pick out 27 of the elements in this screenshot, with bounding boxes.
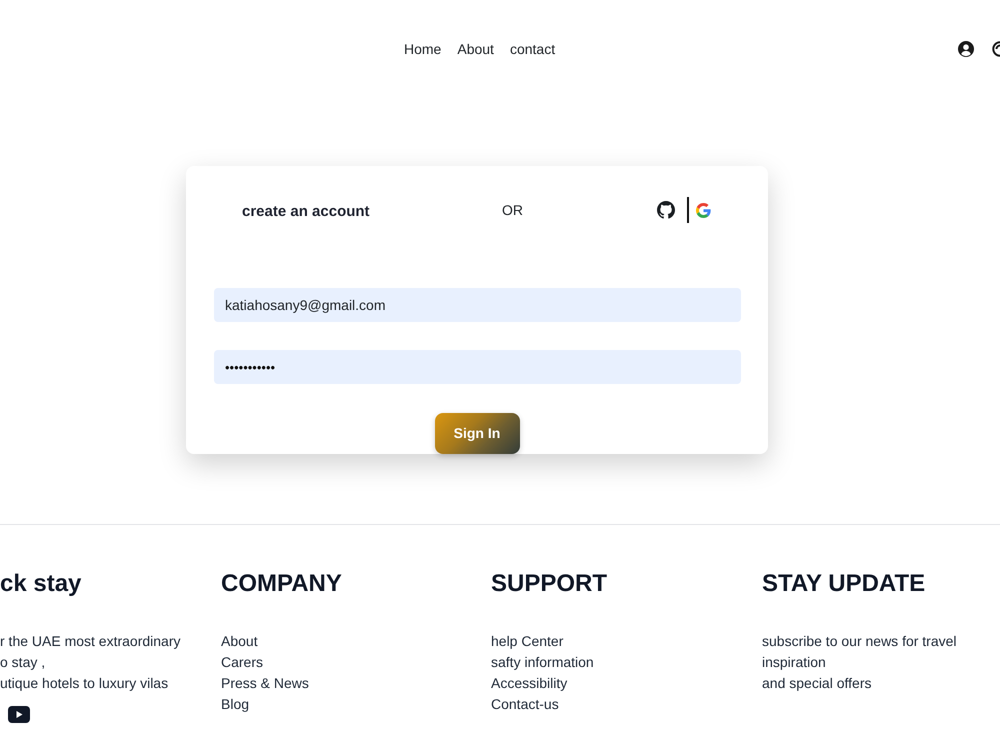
footer-description: r the UAE most extraordinary o stay , utique hotels to luxury vilas xyxy=(0,632,182,693)
newsletter-text: subscribe to our news for travel inspiration and special offers xyxy=(762,632,958,693)
footer-link[interactable]: Blog xyxy=(221,694,250,715)
footer-link[interactable]: Carers xyxy=(221,652,264,673)
nav-link[interactable]: contact xyxy=(510,39,556,59)
footer-heading: STAY UPDATE xyxy=(762,569,926,598)
footer-link[interactable]: Press & News xyxy=(221,673,309,694)
create-account-heading: create an account xyxy=(242,202,371,222)
user-icon[interactable] xyxy=(958,41,974,57)
footer-heading: SUPPORT xyxy=(491,569,608,598)
github-icon[interactable] xyxy=(657,201,675,219)
or-separator-text: OR xyxy=(502,200,524,220)
footer-heading: ck stay xyxy=(0,569,82,598)
nav-link[interactable]: Home xyxy=(404,39,442,59)
footer-link[interactable]: Contact-us xyxy=(491,694,559,715)
circle-icon[interactable] xyxy=(992,41,1000,57)
nav-link[interactable]: About xyxy=(457,39,494,59)
footer-heading: COMPANY xyxy=(221,569,343,598)
footer-link[interactable]: help Center xyxy=(491,631,564,652)
youtube-icon[interactable] xyxy=(8,706,30,723)
footer-link[interactable]: About xyxy=(221,631,258,652)
password-field[interactable]: ••••••••••• xyxy=(214,350,741,384)
footer-link[interactable]: Accessibility xyxy=(491,673,568,694)
sign-in-button[interactable]: Sign In xyxy=(434,413,520,454)
email-field[interactable]: katiahosany9@gmail.com xyxy=(214,288,741,322)
footer-link[interactable]: safty information xyxy=(491,652,594,673)
google-icon[interactable] xyxy=(696,202,711,218)
